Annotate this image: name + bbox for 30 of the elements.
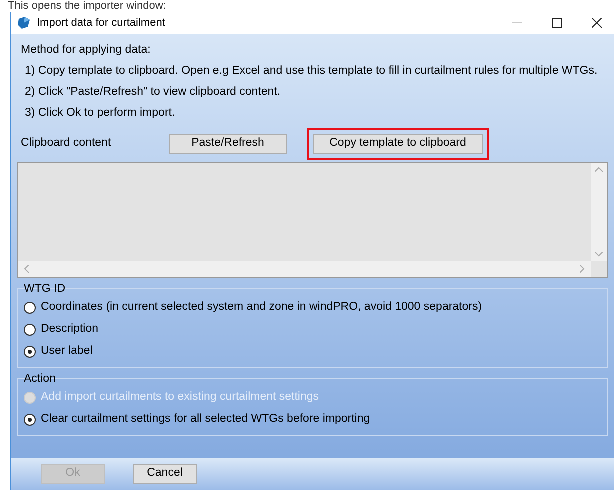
dialog-button[interactable]: Cancel [133, 464, 197, 484]
radio-option[interactable]: Coordinates (in current selected system and zone in windPRO, avoid 1000 separators) [18, 297, 607, 319]
radio-button[interactable] [24, 324, 36, 336]
radio-button[interactable] [24, 346, 36, 358]
group-title: Action [23, 372, 57, 387]
horizontal-scrollbar[interactable] [18, 261, 591, 277]
clipboard-label: Clipboard content [21, 136, 112, 152]
maximize-icon[interactable] [552, 18, 562, 28]
radio-button[interactable] [24, 414, 36, 426]
close-icon[interactable] [592, 18, 602, 28]
instruction-step: 1) Copy template to clipboard. Open e.g Excel and use this template to fill in curtailment rules for multiple WTGs. [21, 63, 604, 79]
clipboard-content-area[interactable] [17, 162, 608, 278]
vertical-scrollbar[interactable] [591, 163, 607, 261]
instruction-step: 3) Click Ok to perform import. [21, 105, 604, 121]
radio-option[interactable]: User label [18, 341, 607, 363]
instruction-step: 2) Click "Paste/Refresh" to view clipboard content. [21, 84, 604, 100]
clipboard-button[interactable]: Paste/Refresh [169, 134, 287, 154]
radio-option[interactable]: Description [18, 319, 607, 341]
up-chevron-icon[interactable] [595, 167, 603, 172]
down-chevron-icon[interactable] [595, 252, 603, 257]
left-chevron-icon[interactable] [24, 265, 29, 273]
group-title: WTG ID [23, 282, 67, 297]
clipboard-button[interactable]: Copy template to clipboard [313, 134, 483, 154]
radio-option[interactable]: Clear curtailment settings for all selected WTGs before importing [18, 409, 607, 431]
window-title: Import data for curtailment [37, 16, 166, 31]
app-logo-icon [17, 16, 31, 30]
instructions-heading: Method for applying data: [21, 43, 152, 58]
caption-text: This opens the importer window: [7, 0, 168, 12]
radio-button[interactable] [24, 302, 36, 314]
right-chevron-icon[interactable] [580, 265, 585, 273]
